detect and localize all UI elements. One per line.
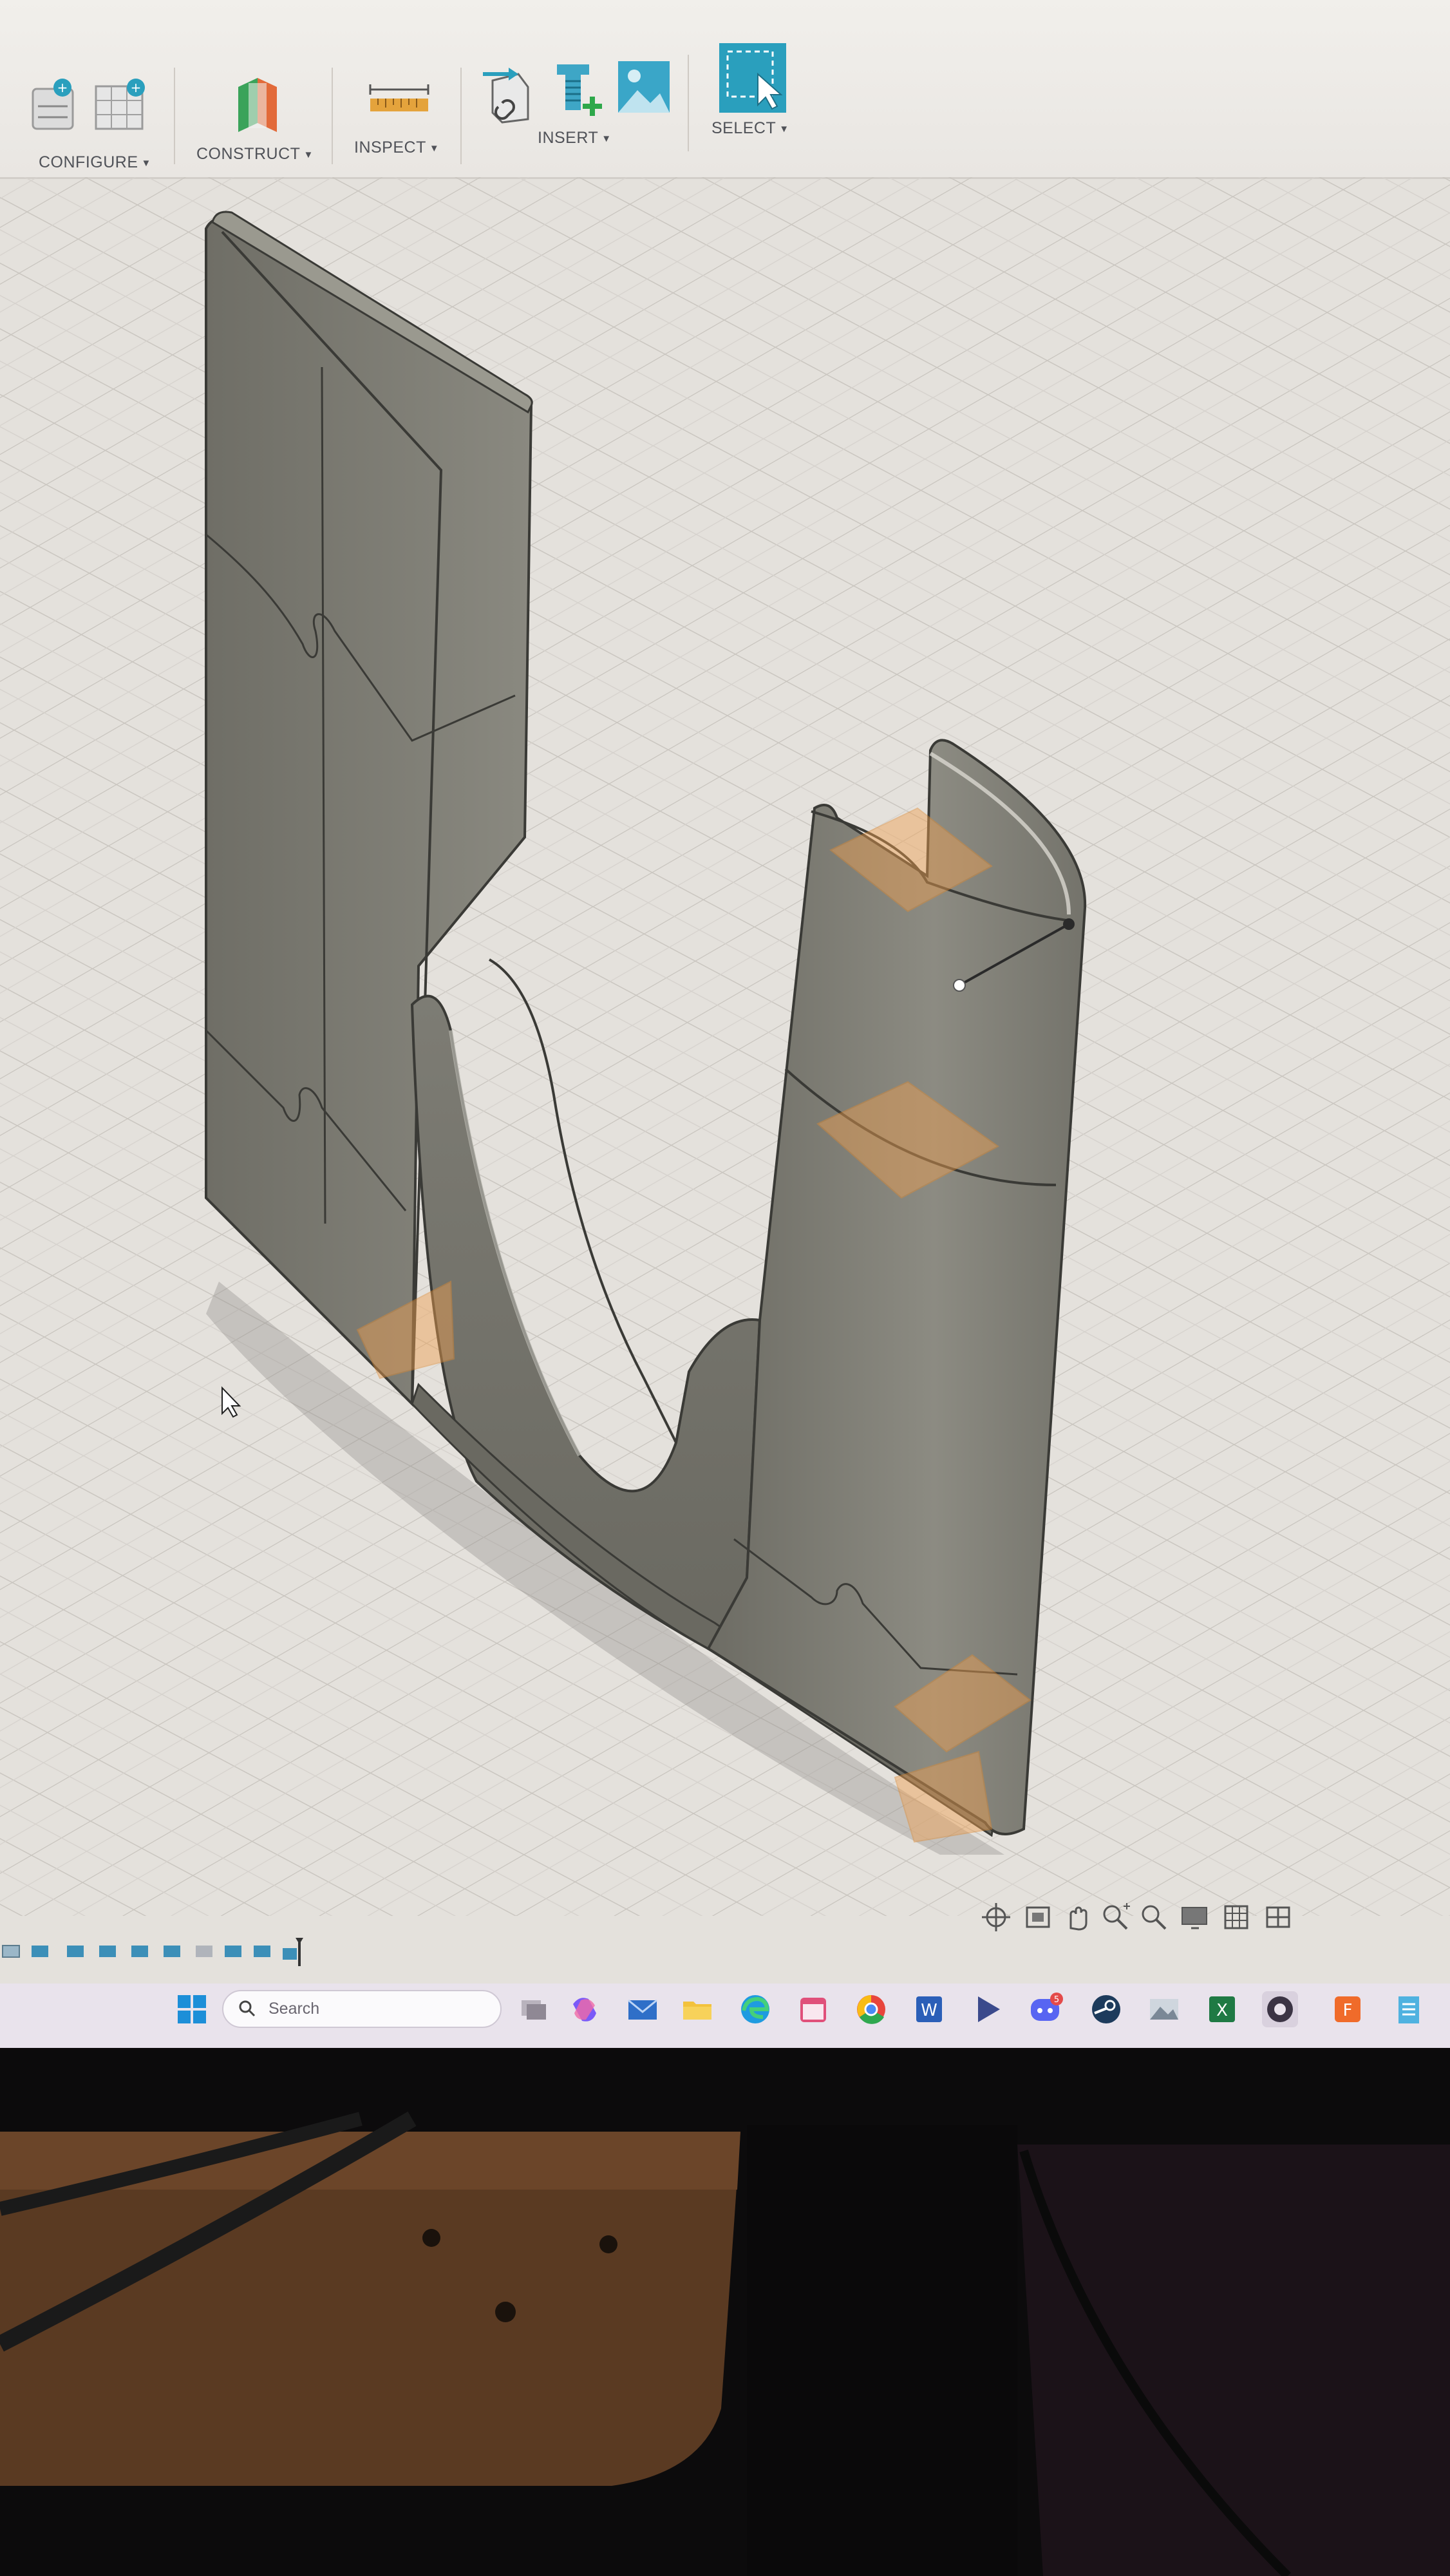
desk-right	[1017, 2145, 1450, 2576]
svg-text:+: +	[57, 80, 68, 95]
construct-label[interactable]: CONSTRUCT ▼	[196, 145, 314, 164]
timeline-start-icon[interactable]	[0, 1942, 23, 1961]
measure-icon[interactable]	[364, 80, 435, 119]
svg-text:+: +	[131, 80, 142, 95]
toolbar-divider	[460, 68, 462, 164]
insert-mcmaster-icon[interactable]	[547, 58, 605, 122]
orbit-icon[interactable]	[979, 1900, 1013, 1935]
calendar-icon[interactable]	[795, 1991, 831, 2027]
zoom-icon[interactable]	[1098, 1900, 1133, 1935]
configure-group[interactable]: + + CONFIGURE ▼	[19, 71, 167, 174]
file-explorer-icon[interactable]	[679, 1991, 715, 2027]
notepad-icon[interactable]	[1391, 1991, 1427, 2027]
parameters-icon[interactable]: +	[93, 77, 151, 135]
timeline-marker-icon[interactable]	[280, 1935, 306, 1967]
notification-badge: 5	[1054, 1995, 1059, 2005]
copilot-icon[interactable]	[567, 1991, 603, 2027]
windows-taskbar: Search W 5 X F	[0, 1984, 1450, 2048]
desk-background	[0, 2048, 1450, 2576]
steam-icon[interactable]	[1088, 1991, 1124, 2027]
fusion-window: + + CONFIGURE ▼ CONSTRUCT ▼ INSPECT ▼ IN…	[0, 0, 1450, 2048]
zoom-window-icon[interactable]	[1136, 1900, 1171, 1935]
media-player-icon[interactable]	[969, 1991, 1005, 2027]
toolbar-divider	[332, 68, 333, 164]
toolbar-divider	[174, 68, 175, 164]
fusion-icon[interactable]: F	[1330, 1991, 1366, 2027]
edge-icon[interactable]	[737, 1991, 773, 2027]
monitor-stand	[747, 2125, 1017, 2576]
insert-group[interactable]: INSERT ▼	[470, 52, 683, 161]
obs-icon[interactable]	[1262, 1991, 1298, 2027]
construct-group[interactable]: CONSTRUCT ▼	[187, 71, 328, 174]
task-view-icon[interactable]	[515, 1991, 551, 2027]
toolbar-divider	[688, 55, 689, 151]
discord-icon[interactable]: 5	[1027, 1991, 1063, 2027]
insert-canvas-icon[interactable]	[615, 58, 673, 116]
word-icon[interactable]: W	[911, 1991, 947, 2027]
photos-icon[interactable]	[1146, 1991, 1182, 2027]
viewports-icon[interactable]	[1262, 1900, 1297, 1935]
windows-start-icon[interactable]	[174, 1991, 210, 2027]
chrome-icon[interactable]	[853, 1991, 889, 2027]
sketch-point[interactable]	[953, 979, 966, 992]
look-at-icon[interactable]	[1021, 1900, 1055, 1935]
construct-plane-icon[interactable]	[225, 74, 290, 135]
timeline-feature-icon[interactable]	[251, 1942, 274, 1961]
toolbar: + + CONFIGURE ▼ CONSTRUCT ▼ INSPECT ▼ IN…	[0, 0, 1450, 179]
mail-icon[interactable]	[625, 1991, 661, 2027]
timeline-feature-icon[interactable]	[161, 1942, 184, 1961]
timeline-feature-icon[interactable]	[64, 1942, 88, 1961]
pan-icon[interactable]	[1059, 1900, 1094, 1935]
grid-snaps-icon[interactable]	[1220, 1900, 1255, 1935]
select-label[interactable]: SELECT ▼	[711, 119, 789, 138]
search-placeholder: Search	[268, 2000, 320, 2018]
timeline-feature-icon[interactable]	[129, 1942, 152, 1961]
display-settings-icon[interactable]	[1178, 1900, 1213, 1935]
sketch-endpoint[interactable]	[1063, 918, 1075, 930]
inspect-label[interactable]: INSPECT ▼	[354, 138, 439, 157]
svg-text:W: W	[921, 2001, 937, 2020]
timeline-feature-icon[interactable]	[193, 1942, 216, 1961]
insert-derive-icon[interactable]	[480, 61, 538, 126]
inspect-group[interactable]: INSPECT ▼	[341, 71, 457, 174]
excel-icon[interactable]: X	[1204, 1991, 1240, 2027]
select-group[interactable]: SELECT ▼	[699, 39, 808, 148]
search-icon	[239, 2000, 256, 2017]
configure-label[interactable]: CONFIGURE ▼	[39, 153, 151, 172]
configure-icon[interactable]: +	[29, 77, 80, 135]
timeline	[0, 1935, 335, 1974]
timeline-feature-icon[interactable]	[29, 1942, 52, 1961]
timeline-feature-icon[interactable]	[222, 1942, 245, 1961]
model-canvas[interactable]	[0, 177, 1450, 1916]
taskbar-search[interactable]: Search	[222, 1990, 502, 2028]
insert-label[interactable]: INSERT ▼	[538, 129, 612, 147]
timeline-feature-icon[interactable]	[97, 1942, 120, 1961]
svg-text:X: X	[1216, 2001, 1228, 2020]
svg-text:F: F	[1343, 2001, 1353, 2020]
select-icon[interactable]	[718, 42, 789, 116]
